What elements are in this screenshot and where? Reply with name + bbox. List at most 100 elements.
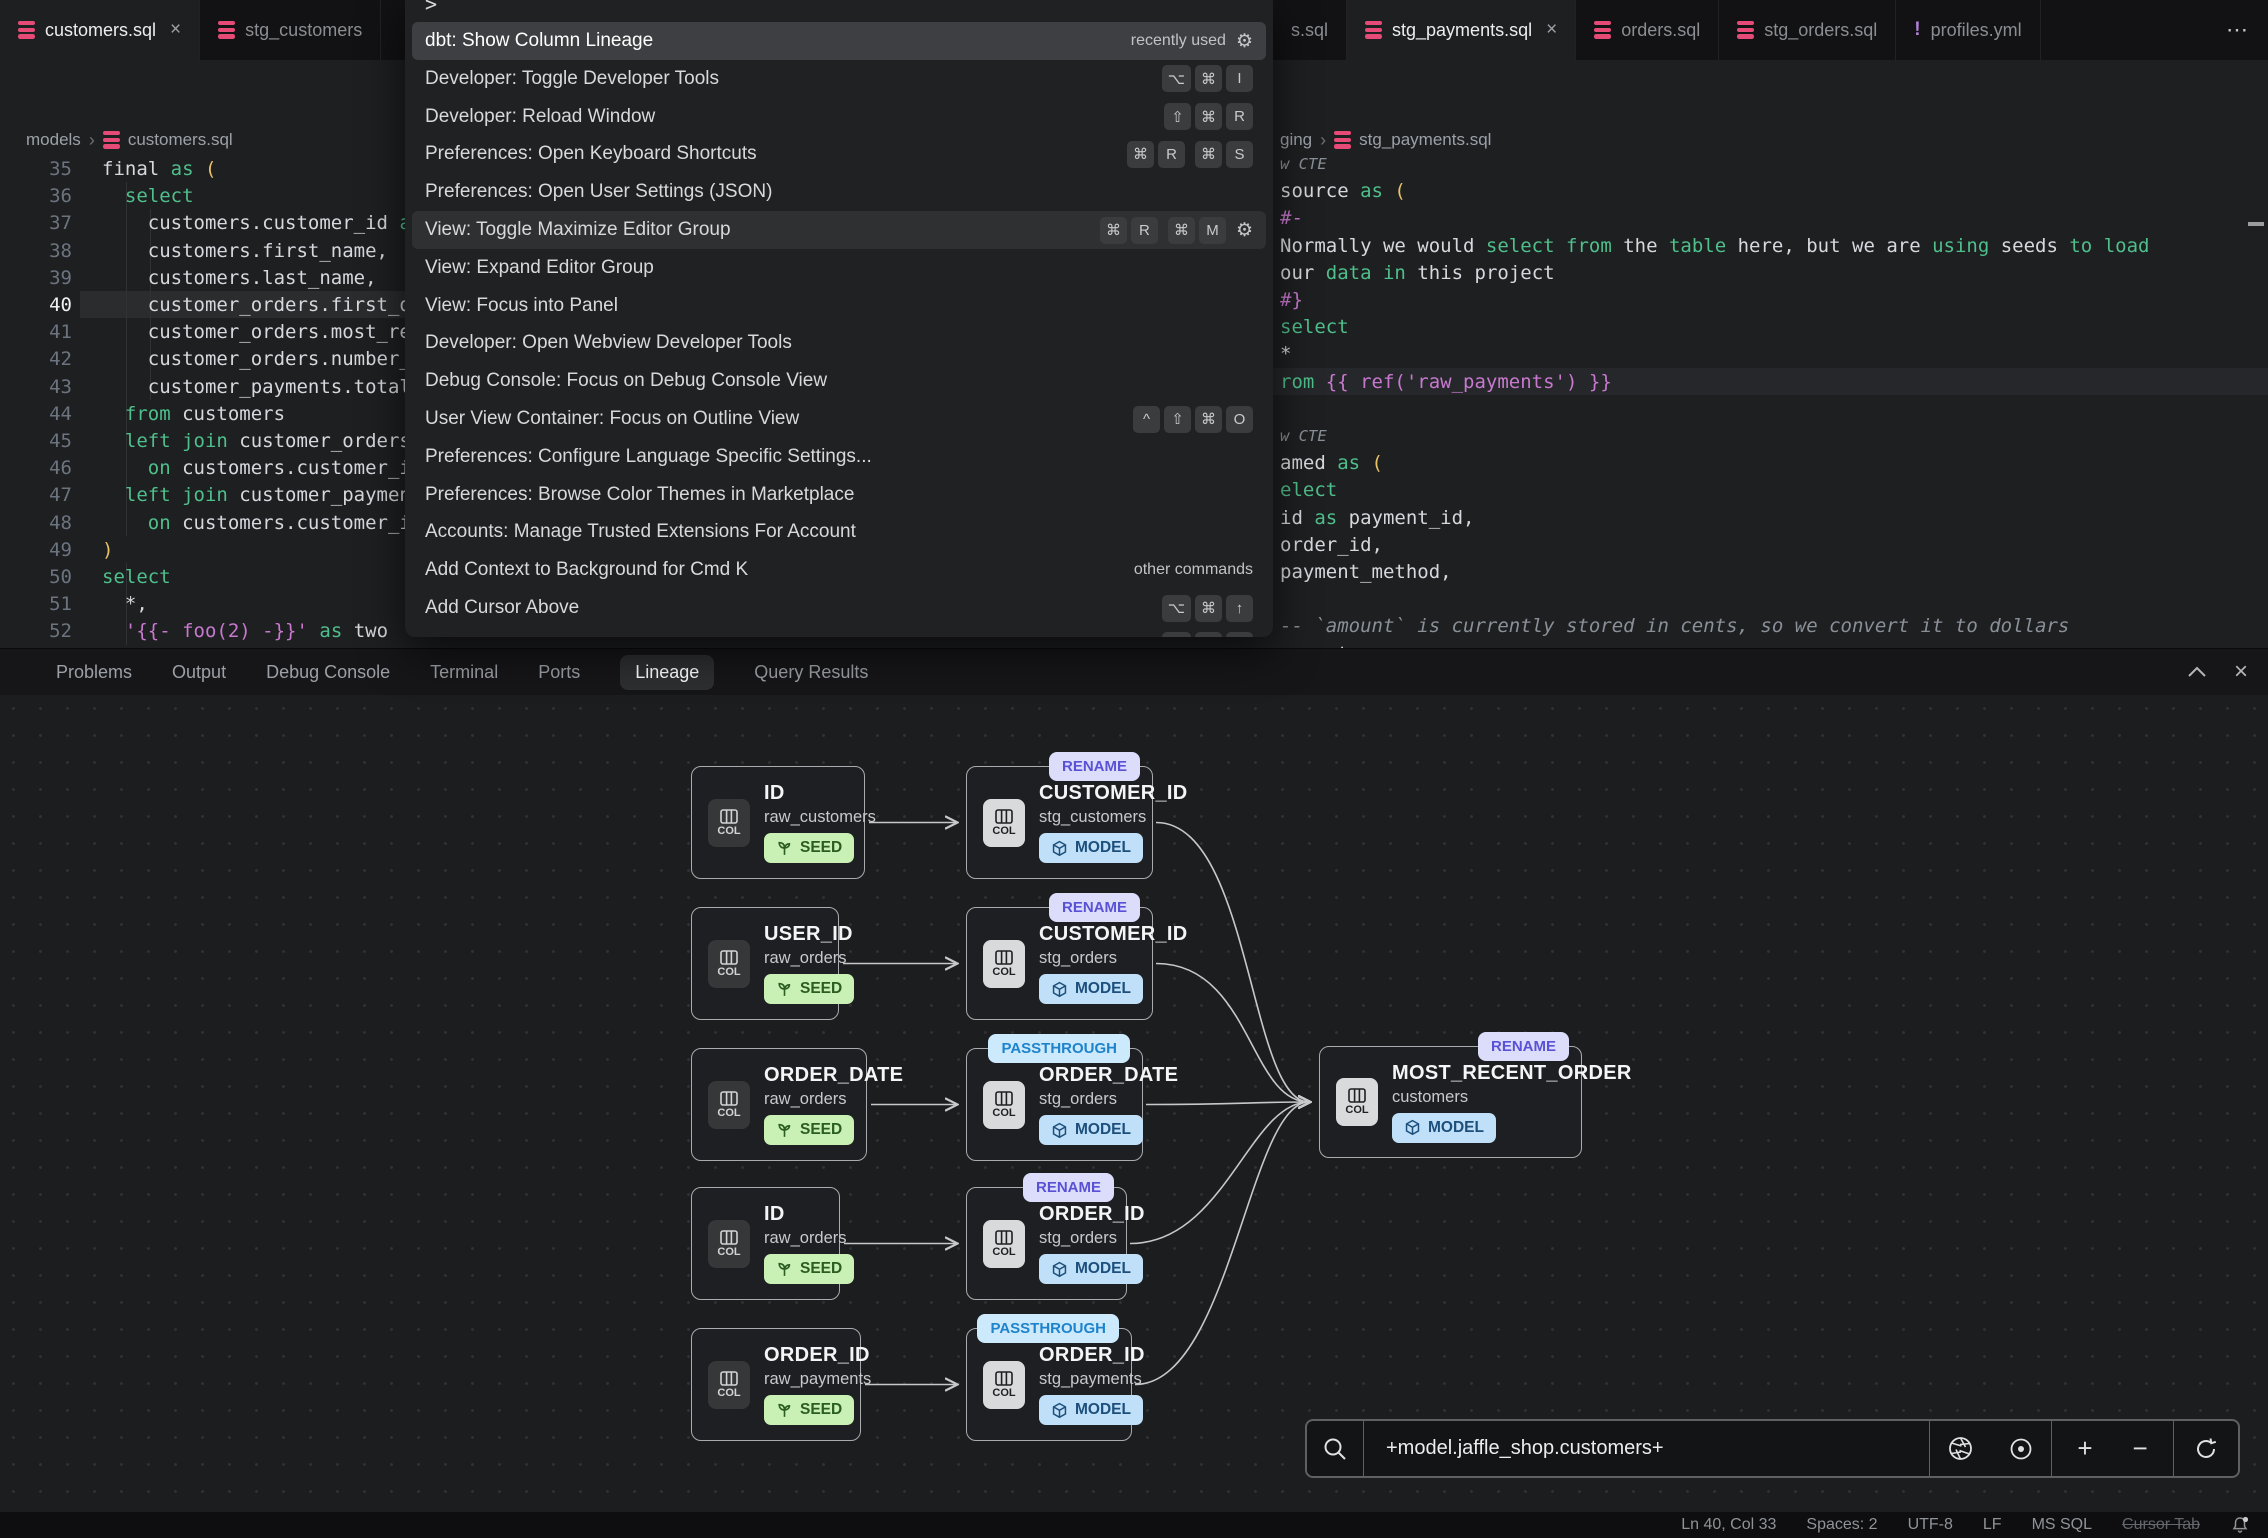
code-line[interactable]: payment_method, <box>1280 558 1452 586</box>
panel-tab-debug-console[interactable]: Debug Console <box>266 662 390 683</box>
code-line[interactable]: on customers.customer_id <box>102 454 405 482</box>
code-line[interactable]: * <box>1280 340 1291 368</box>
code-line[interactable]: customers.last_name, <box>102 264 405 292</box>
palette-item[interactable]: Preferences: Configure Language Specific… <box>412 438 1266 476</box>
lineage-node-mid[interactable]: PASSTHROUGHCOLORDER_IDstg_paymentsMODEL <box>966 1328 1132 1441</box>
code-line[interactable]: customer_orders.most_recent <box>102 318 405 346</box>
palette-item[interactable]: View: Expand Editor Group <box>412 249 1266 287</box>
palette-item[interactable]: Preferences: Open Keyboard Shortcuts⌘R⌘S <box>412 135 1266 173</box>
lineage-query-input[interactable] <box>1364 1437 1929 1460</box>
code-line[interactable]: left join customer_payments <box>102 481 405 509</box>
lineage-node-mid[interactable]: RENAMECOLCUSTOMER_IDstg_customersMODEL <box>966 766 1153 879</box>
breadcrumb-folder[interactable]: models <box>26 130 81 150</box>
code-line[interactable]: #} <box>1280 286 1303 314</box>
editor-tab[interactable]: stg_orders.sql <box>1719 0 1896 60</box>
palette-item[interactable]: Developer: Toggle Developer Tools⌥⌘I <box>412 60 1266 98</box>
codelens-label[interactable]: w CTE <box>1280 422 1327 450</box>
palette-item[interactable]: dbt: Show Column Lineagerecently used⚙ <box>412 22 1266 60</box>
code-line[interactable]: customer_payments.total_ <box>102 373 405 401</box>
palette-input[interactable]: > <box>425 0 437 16</box>
refresh-button[interactable] <box>2174 1421 2238 1476</box>
gear-icon[interactable]: ⚙ <box>1236 219 1253 242</box>
code-line[interactable]: select <box>1280 313 1349 341</box>
search-icon[interactable] <box>1307 1421 1364 1476</box>
palette-item[interactable]: Add Cursor Below⌥⌘↓ <box>412 627 1266 637</box>
editor-tab[interactable]: stg_payments.sql× <box>1347 0 1576 60</box>
status-item[interactable]: Ln 40, Col 33 <box>1681 1516 1776 1534</box>
palette-item[interactable]: Preferences: Open User Settings (JSON) <box>412 173 1266 211</box>
palette-item[interactable]: Accounts: Manage Trusted Extensions For … <box>412 513 1266 551</box>
palette-item[interactable]: Preferences: Browse Color Themes in Mark… <box>412 476 1266 514</box>
close-icon[interactable]: × <box>1546 19 1557 41</box>
zoom-in-button[interactable]: + <box>2077 1433 2092 1464</box>
code-line[interactable]: *, <box>102 590 405 618</box>
code-line[interactable]: customer_orders.first_order <box>102 291 405 319</box>
code-line[interactable]: source as ( <box>1280 177 1406 205</box>
more-actions-button[interactable]: ⋯ <box>2214 0 2260 60</box>
code-line[interactable]: amed as ( <box>1280 449 1383 477</box>
gear-icon[interactable]: ⚙ <box>1236 30 1253 53</box>
palette-item[interactable]: Add Cursor Above⌥⌘↑ <box>412 589 1266 627</box>
lineage-node-mid[interactable]: PASSTHROUGHCOLORDER_DATEstg_ordersMODEL <box>966 1048 1143 1161</box>
code-line[interactable]: customers.first_name, <box>102 237 405 265</box>
breadcrumb[interactable]: models › customers.sql <box>26 126 233 154</box>
panel-collapse-icon[interactable] <box>2186 665 2208 679</box>
code-line[interactable]: select <box>102 563 405 591</box>
lineage-canvas[interactable]: COLIDraw_customersSEED RENAMECOLCUSTOMER_… <box>0 695 2268 1512</box>
palette-item[interactable]: View: Focus into Panel <box>412 287 1266 325</box>
code-line[interactable]: customer_orders.number_of <box>102 345 405 373</box>
editor-tab[interactable]: !profiles.yml <box>1896 0 2040 60</box>
status-item[interactable]: LF <box>1983 1516 2002 1534</box>
code-line[interactable]: Normally we would select from the table … <box>1280 232 2149 260</box>
editor-tab[interactable]: stg_customers <box>200 0 381 60</box>
panel-tab-query-results[interactable]: Query Results <box>754 662 868 683</box>
code-line[interactable]: elect <box>1280 476 1337 504</box>
palette-item[interactable]: View: Toggle Maximize Editor Group⌘R⌘M⚙ <box>412 211 1266 249</box>
breadcrumb-file[interactable]: customers.sql <box>128 130 233 150</box>
panel-close-icon[interactable]: × <box>2234 658 2248 686</box>
palette-item[interactable]: Developer: Reload Window⇧⌘R <box>412 98 1266 136</box>
lineage-node-source[interactable]: COLORDER_IDraw_paymentsSEED <box>691 1328 861 1441</box>
code-line[interactable]: #- <box>1280 204 1303 232</box>
code-line[interactable]: our data in this project <box>1280 259 1555 287</box>
lineage-node-source[interactable]: COLORDER_DATEraw_ordersSEED <box>691 1048 867 1161</box>
code-line[interactable]: rom {{ ref('raw_payments') }} <box>1280 368 1612 396</box>
code-line[interactable]: id as payment_id, <box>1280 504 1475 532</box>
lineage-node-source[interactable]: COLUSER_IDraw_ordersSEED <box>691 907 839 1020</box>
code-line[interactable]: from customers <box>102 400 405 428</box>
code-line[interactable]: on customers.customer_id <box>102 509 405 537</box>
status-item[interactable]: Spaces: 2 <box>1806 1516 1877 1534</box>
panel-tab-problems[interactable]: Problems <box>56 662 132 683</box>
code-line[interactable]: customers.customer_id as <box>102 209 405 237</box>
palette-item[interactable]: Add Context to Background for Cmd Kother… <box>412 551 1266 589</box>
panel-tab-ports[interactable]: Ports <box>538 662 580 683</box>
palette-item[interactable]: Debug Console: Focus on Debug Console Vi… <box>412 362 1266 400</box>
status-item[interactable]: UTF-8 <box>1908 1516 1953 1534</box>
code-line[interactable]: -- `amount` is currently stored in cents… <box>1280 612 2069 640</box>
code-line[interactable]: ) <box>102 536 405 564</box>
lineage-node-mid[interactable]: RENAMECOLORDER_IDstg_ordersMODEL <box>966 1187 1127 1300</box>
close-icon[interactable]: × <box>170 19 181 41</box>
editor-tab[interactable]: s.sql <box>1273 0 1347 60</box>
lineage-node-source[interactable]: COLIDraw_ordersSEED <box>691 1187 840 1300</box>
panel-tab-output[interactable]: Output <box>172 662 226 683</box>
breadcrumb-folder[interactable]: ging <box>1280 130 1312 150</box>
status-item[interactable]: MS SQL <box>2032 1516 2092 1534</box>
bell-icon[interactable] <box>2230 1515 2250 1535</box>
panel-tab-lineage[interactable]: Lineage <box>620 655 714 690</box>
lineage-node-target[interactable]: RENAMECOLMOST_RECENT_ORDERcustomersMODEL <box>1319 1046 1582 1158</box>
lineage-node-source[interactable]: COLIDraw_customersSEED <box>691 766 865 879</box>
palette-item[interactable]: Developer: Open Webview Developer Tools <box>412 324 1266 362</box>
editor-tab[interactable]: customers.sql× <box>0 0 200 60</box>
lineage-node-mid[interactable]: RENAMECOLCUSTOMER_IDstg_ordersMODEL <box>966 907 1153 1020</box>
zoom-out-button[interactable]: − <box>2133 1433 2148 1464</box>
editor-tab[interactable]: orders.sql <box>1576 0 1719 60</box>
code-line[interactable]: '{{- foo(2) -}}' as two <box>102 617 405 645</box>
codelens-label[interactable]: w CTE <box>1280 150 1327 178</box>
code-line[interactable]: select <box>102 182 405 210</box>
aperture-icon[interactable] <box>1947 1435 1974 1462</box>
palette-item[interactable]: User View Container: Focus on Outline Vi… <box>412 400 1266 438</box>
breadcrumb-file[interactable]: stg_payments.sql <box>1359 130 1491 150</box>
panel-tab-terminal[interactable]: Terminal <box>430 662 498 683</box>
focus-target-icon[interactable] <box>2008 1436 2034 1462</box>
